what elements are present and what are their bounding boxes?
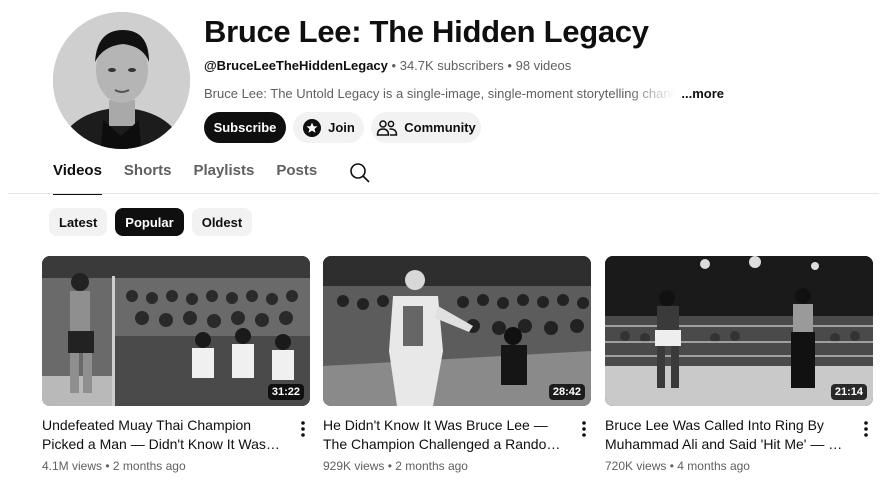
channel-avatar[interactable] [53,12,190,149]
meta-separator: • [507,58,512,73]
community-people-icon [376,119,398,137]
video-views: 929K views [323,459,385,473]
subscribe-label: Subscribe [213,120,277,135]
video-title[interactable]: Bruce Lee Was Called Into Ring By Muhamm… [605,416,843,454]
chip-popular[interactable]: Popular [115,208,184,236]
chip-oldest[interactable]: Oldest [191,208,253,236]
more-vert-icon[interactable] [298,420,308,438]
join-label: Join [328,120,355,135]
video-duration: 21:14 [830,384,867,400]
tab-videos[interactable]: Videos [53,162,102,195]
more-vert-icon[interactable] [861,420,871,438]
video-meta: 4.1M views • 2 months ago [42,459,310,473]
chip-latest[interactable]: Latest [49,208,108,236]
channel-tabs: Videos Shorts Playlists Posts [53,162,371,195]
video-card[interactable]: 28:42 He Didn't Know It Was Bruce Lee — … [323,256,591,473]
more-link[interactable]: ...more [681,86,724,101]
tab-posts[interactable]: Posts [276,162,317,194]
video-thumbnail[interactable]: 21:14 [605,256,873,406]
join-button[interactable]: Join [293,112,364,143]
video-meta: 929K views • 2 months ago [323,459,591,473]
more-vert-icon[interactable] [579,420,589,438]
meta-separator: • [391,58,397,73]
tab-shorts[interactable]: Shorts [124,162,172,194]
description-text: Bruce Lee: The Untold Legacy is a single… [204,86,676,101]
video-thumbnail[interactable]: 28:42 [323,256,591,406]
community-label: Community [404,120,476,135]
video-age: 2 months ago [112,459,186,473]
video-age: 2 months ago [395,459,468,473]
filter-chips: Latest Popular Oldest [49,208,253,236]
video-duration: 28:42 [548,384,585,400]
tabs-divider [8,193,879,194]
video-title[interactable]: Undefeated Muay Thai Champion Picked a M… [42,416,280,454]
video-card[interactable]: 21:14 Bruce Lee Was Called Into Ring By … [605,256,873,473]
video-count: 98 videos [515,58,572,73]
video-duration: 31:22 [267,384,304,400]
channel-handle[interactable]: @BruceLeeTheHiddenLegacy [204,58,388,73]
video-title[interactable]: He Didn't Know It Was Bruce Lee — The Ch… [323,416,561,454]
meta-separator: • [669,459,674,473]
channel-title: Bruce Lee: The Hidden Legacy [204,14,649,49]
video-views: 720K views [605,459,667,473]
join-star-icon [302,118,322,138]
channel-description[interactable]: Bruce Lee: The Untold Legacy is a single… [204,86,724,101]
video-meta: 720K views • 4 months ago [605,459,873,473]
subscribe-button[interactable]: Subscribe [204,112,286,143]
search-icon[interactable] [349,162,371,184]
video-thumbnail[interactable]: 31:22 [42,256,310,406]
tab-playlists[interactable]: Playlists [193,162,254,194]
meta-separator: • [105,459,110,473]
channel-meta: @BruceLeeTheHiddenLegacy • 34.7K subscri… [204,58,571,73]
video-age: 4 months ago [677,459,750,473]
community-button[interactable]: Community [371,112,481,143]
meta-separator: • [387,459,392,473]
video-card[interactable]: 31:22 Undefeated Muay Thai Champion Pick… [42,256,310,473]
subscriber-count: 34.7K subscribers [399,58,504,73]
video-views: 4.1M views [42,459,103,473]
